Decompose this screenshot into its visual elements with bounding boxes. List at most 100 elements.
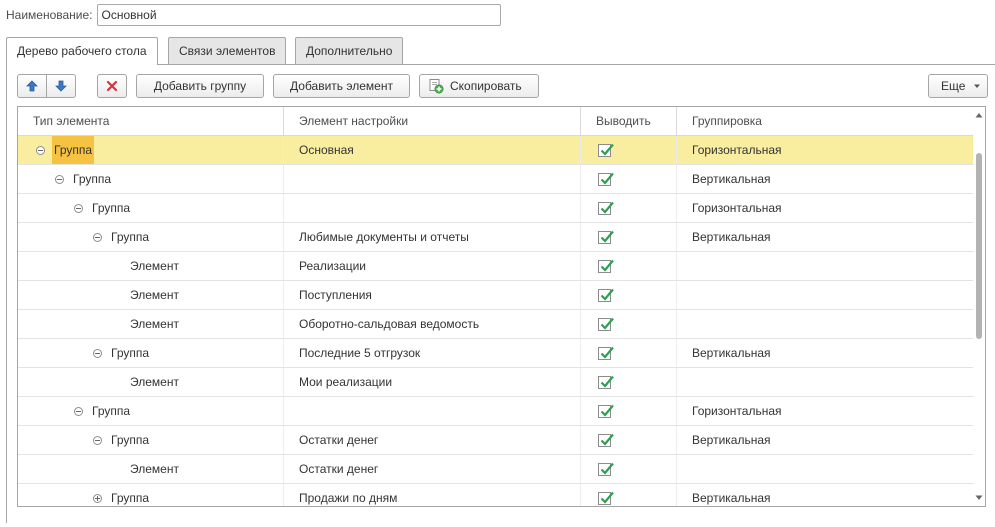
- scroll-down-arrow[interactable]: [973, 492, 985, 504]
- type-cell: Группа: [18, 223, 284, 251]
- checkmark-icon: [600, 404, 614, 417]
- move-buttons: [17, 74, 76, 98]
- name-label: Наименование:: [6, 8, 93, 22]
- setting-cell: Остатки денег: [284, 426, 581, 454]
- add-group-button[interactable]: Добавить группу: [136, 74, 264, 98]
- table-row[interactable]: Элемент Мои реализации: [18, 368, 973, 397]
- delete-button[interactable]: [97, 74, 127, 98]
- grouping-cell: Вертикальная: [692, 346, 771, 360]
- type-label: Элемент: [130, 375, 179, 389]
- setting-cell: Оборотно-сальдовая ведомость: [284, 310, 581, 338]
- checkmark-icon: [600, 230, 614, 243]
- type-label: Группа: [111, 346, 150, 360]
- desktop-tree-table[interactable]: Тип элемента Элемент настройки Выводить …: [17, 106, 986, 507]
- show-checkbox[interactable]: [598, 172, 614, 186]
- vertical-scrollbar[interactable]: [973, 107, 985, 506]
- show-checkbox[interactable]: [598, 346, 614, 360]
- column-header-setting[interactable]: Элемент настройки: [284, 107, 581, 135]
- checkmark-icon: [600, 288, 614, 301]
- type-label: Группа: [92, 201, 131, 215]
- setting-cell: Мои реализации: [284, 368, 581, 396]
- triangle-down-icon: [975, 495, 983, 500]
- grouping-cell: Вертикальная: [692, 230, 771, 244]
- show-checkbox[interactable]: [598, 404, 614, 418]
- table-row[interactable]: Группа Основная Горизонтальная: [18, 136, 973, 165]
- type-label: Группа: [92, 404, 131, 418]
- triangle-up-icon: [975, 113, 983, 118]
- table-row[interactable]: Элемент Остатки денег: [18, 455, 973, 484]
- more-button[interactable]: Еще: [928, 74, 988, 98]
- grouping-cell: Вертикальная: [692, 172, 771, 186]
- grouping-cell: [677, 310, 973, 338]
- table-header: Тип элемента Элемент настройки Выводить …: [18, 107, 973, 136]
- name-input[interactable]: [96, 4, 501, 26]
- checkmark-icon: [600, 143, 614, 156]
- show-checkbox[interactable]: [598, 375, 614, 389]
- table-row[interactable]: Группа Горизонтальная: [18, 397, 973, 426]
- show-checkbox[interactable]: [598, 259, 614, 273]
- show-checkbox[interactable]: [598, 317, 614, 331]
- show-cell: [581, 194, 677, 222]
- arrow-up-icon: [26, 80, 38, 92]
- collapse-toggle-icon[interactable]: [55, 174, 64, 184]
- grouping-cell: [677, 368, 973, 396]
- table-row[interactable]: Элемент Оборотно-сальдовая ведомость: [18, 310, 973, 339]
- add-element-button[interactable]: Добавить элемент: [273, 74, 410, 98]
- collapse-toggle-icon[interactable]: [93, 435, 102, 445]
- arrow-down-icon: [55, 80, 67, 92]
- show-checkbox[interactable]: [598, 201, 614, 215]
- show-cell: [581, 223, 677, 251]
- show-cell: [581, 484, 677, 506]
- move-up-button[interactable]: [17, 74, 47, 98]
- grouping-cell: Горизонтальная: [692, 201, 782, 215]
- show-checkbox[interactable]: [598, 143, 614, 157]
- move-down-button[interactable]: [46, 74, 76, 98]
- column-header-grouping[interactable]: Группировка: [677, 107, 973, 135]
- type-cell: Группа: [18, 339, 284, 367]
- table-row[interactable]: Элемент Поступления: [18, 281, 973, 310]
- scroll-thumb[interactable]: [976, 153, 982, 339]
- expand-toggle-icon[interactable]: [93, 493, 102, 503]
- show-checkbox[interactable]: [598, 433, 614, 447]
- table-row[interactable]: Элемент Реализации: [18, 252, 973, 281]
- checkmark-icon: [600, 346, 614, 359]
- collapse-toggle-icon[interactable]: [74, 203, 83, 213]
- tab-additional[interactable]: Дополнительно: [295, 37, 404, 64]
- setting-cell: Последние 5 отгрузок: [284, 339, 581, 367]
- type-label: Группа: [52, 136, 95, 164]
- show-cell: [581, 368, 677, 396]
- collapse-toggle-icon[interactable]: [74, 406, 83, 416]
- table-row[interactable]: Группа Горизонтальная: [18, 194, 973, 223]
- type-label: Группа: [111, 230, 150, 244]
- show-cell: [581, 426, 677, 454]
- scroll-up-arrow[interactable]: [973, 109, 985, 121]
- show-checkbox[interactable]: [598, 230, 614, 244]
- collapse-toggle-icon[interactable]: [93, 348, 102, 358]
- grouping-cell: [677, 252, 973, 280]
- show-checkbox[interactable]: [598, 462, 614, 476]
- column-header-show[interactable]: Выводить: [581, 107, 677, 135]
- show-cell: [581, 339, 677, 367]
- collapse-toggle-icon[interactable]: [93, 232, 102, 242]
- tab-bar: Дерево рабочего стола Связи элементов До…: [6, 37, 995, 65]
- type-cell: Элемент: [18, 310, 284, 338]
- table-row[interactable]: Группа Любимые документы и отчеты Вертик…: [18, 223, 973, 252]
- setting-cell: Реализации: [284, 252, 581, 280]
- column-header-type[interactable]: Тип элемента: [18, 107, 284, 135]
- show-cell: [581, 165, 677, 193]
- table-row[interactable]: Группа Продажи по дням Вертикальная: [18, 484, 973, 506]
- copy-button[interactable]: Скопировать: [419, 74, 539, 98]
- show-checkbox[interactable]: [598, 288, 614, 302]
- table-row[interactable]: Группа Последние 5 отгрузок Вертикальная: [18, 339, 973, 368]
- grouping-cell: Горизонтальная: [692, 404, 782, 418]
- grouping-cell: [677, 281, 973, 309]
- tab-desktop-tree[interactable]: Дерево рабочего стола: [6, 37, 158, 65]
- collapse-toggle-icon[interactable]: [36, 145, 45, 155]
- type-label: Элемент: [130, 462, 179, 476]
- checkmark-icon: [600, 462, 614, 475]
- table-row[interactable]: Группа Вертикальная: [18, 165, 973, 194]
- tab-element-links[interactable]: Связи элементов: [168, 37, 287, 64]
- table-row[interactable]: Группа Остатки денег Вертикальная: [18, 426, 973, 455]
- show-checkbox[interactable]: [598, 491, 614, 505]
- grouping-cell: Вертикальная: [692, 433, 771, 447]
